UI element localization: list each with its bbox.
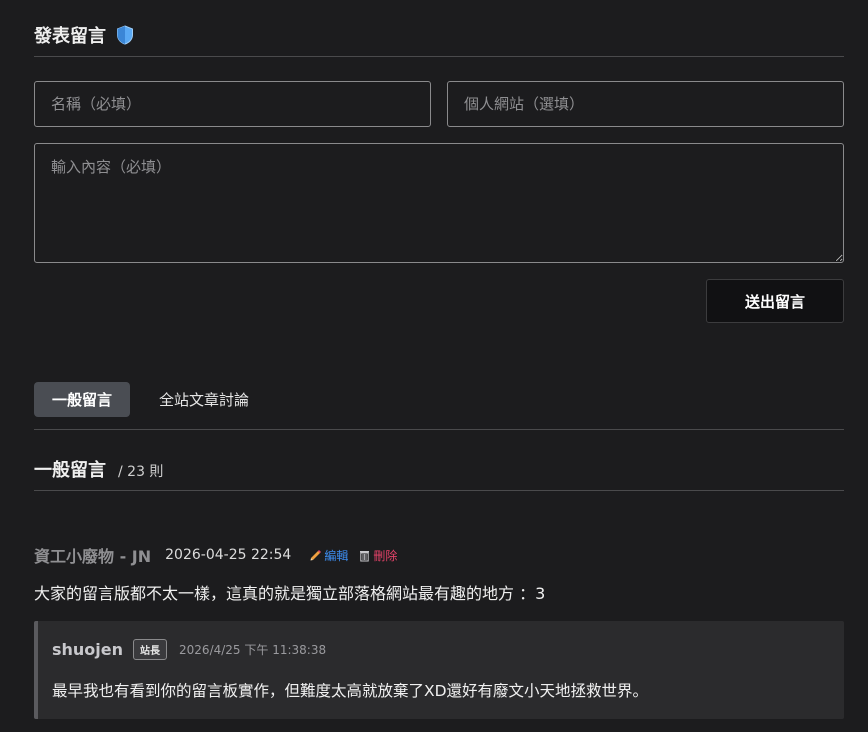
comment-tabs: 一般留言 全站文章討論 bbox=[34, 382, 267, 417]
reply-meta: shuojen 站長 2026/4/25 下午 11:38:38 bbox=[52, 639, 326, 660]
website-input[interactable] bbox=[447, 81, 844, 127]
comment-author: 資工小廢物 - JN bbox=[34, 547, 152, 566]
reply-date: 2026/4/25 下午 11:38:38 bbox=[179, 643, 327, 657]
edit-label: 編輯 bbox=[324, 548, 349, 563]
comment-date: 2026-04-25 22:54 bbox=[165, 547, 292, 563]
comment-meta: 資工小廢物 - JN 2026-04-25 22:54 編輯 刪除 bbox=[34, 543, 397, 567]
trash-icon bbox=[360, 550, 370, 561]
tab-site-discussion[interactable]: 全站文章討論 bbox=[141, 382, 267, 417]
name-input[interactable] bbox=[34, 81, 431, 127]
divider bbox=[34, 429, 844, 430]
form-title-text: 發表留言 bbox=[34, 26, 106, 47]
reply-body: 最早我也有看到你的留言板實作，但難度太高就放棄了XD還好有廢文小天地拯救世界。 bbox=[52, 682, 649, 700]
list-title: 一般留言 bbox=[34, 460, 106, 481]
list-header: 一般留言 / 23 則 bbox=[34, 456, 163, 482]
divider bbox=[34, 56, 844, 57]
content-textarea[interactable] bbox=[34, 143, 844, 263]
edit-button[interactable]: 編輯 bbox=[309, 547, 348, 564]
form-title: 發表留言 bbox=[34, 22, 134, 48]
comment-count: / 23 則 bbox=[118, 464, 164, 480]
tab-general[interactable]: 一般留言 bbox=[34, 382, 131, 417]
reply-author: shuojen bbox=[52, 640, 124, 659]
shield-icon bbox=[116, 25, 134, 45]
submit-comment-button[interactable]: 送出留言 bbox=[706, 279, 844, 323]
reply-card: shuojen 站長 2026/4/25 下午 11:38:38 最早我也有看到… bbox=[34, 621, 844, 719]
delete-label: 刪除 bbox=[373, 548, 398, 563]
comment-body: 大家的留言版都不太一樣，這真的就是獨立部落格網站最有趣的地方 ：3 bbox=[34, 584, 546, 603]
admin-badge: 站長 bbox=[133, 639, 168, 660]
pencil-icon bbox=[310, 549, 322, 560]
divider bbox=[34, 490, 844, 491]
delete-button[interactable]: 刪除 bbox=[358, 547, 397, 564]
